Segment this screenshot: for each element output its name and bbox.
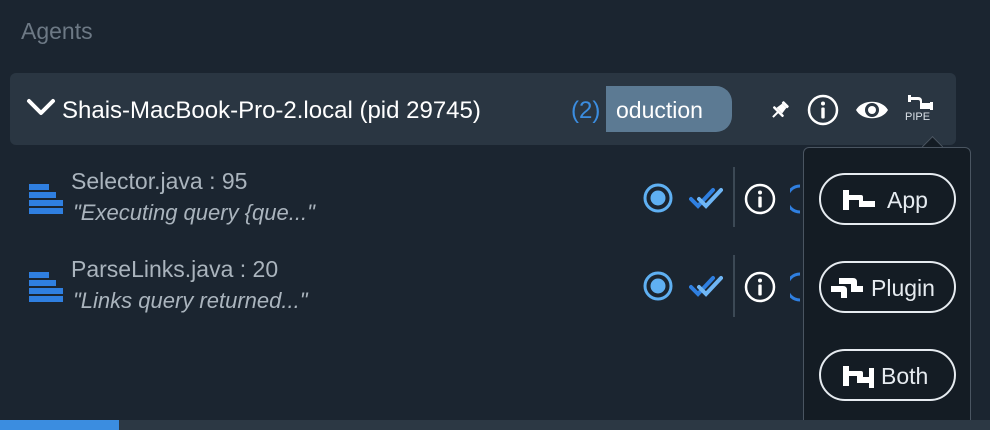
environment-tag[interactable]: oduction — [606, 86, 732, 132]
row-divider — [733, 167, 735, 227]
info-icon[interactable] — [744, 183, 776, 215]
progress-bar-fill — [0, 420, 119, 430]
breakpoint-row[interactable]: ParseLinks.java : 20 "Links query return… — [0, 255, 800, 336]
pipe-plugin-icon — [831, 278, 863, 298]
double-check-icon[interactable] — [689, 186, 723, 210]
info-icon[interactable] — [807, 94, 839, 126]
pipe-label: PIPE — [905, 111, 931, 123]
breakpoint-lines-icon — [29, 272, 63, 302]
agent-row[interactable]: Shais-MacBook-Pro-2.local (pid 29745) (2… — [10, 73, 956, 145]
radio-selected-icon[interactable] — [642, 182, 674, 214]
row-divider — [733, 255, 735, 317]
pipe-both-label: Both — [881, 363, 929, 389]
double-check-icon[interactable] — [689, 274, 723, 298]
info-icon[interactable] — [744, 271, 776, 303]
pipe-app-button[interactable]: App — [819, 173, 956, 225]
breakpoint-row[interactable]: Selector.java : 95 "Executing query {que… — [0, 167, 800, 248]
eye-icon[interactable] — [854, 97, 890, 123]
breakpoint-message: "Executing query {que..." — [73, 200, 315, 225]
pipe-app-label: App — [887, 187, 928, 213]
pipe-icon[interactable] — [906, 93, 934, 113]
pipe-plugin-button[interactable]: Plugin — [819, 261, 956, 313]
pipe-menu-popover: App Plugin Both — [803, 147, 971, 426]
pipe-both-button[interactable]: Both — [819, 349, 956, 401]
agent-name: Shais-MacBook-Pro-2.local (pid 29745) — [62, 97, 481, 124]
toggle-circle-icon[interactable] — [790, 271, 800, 303]
pipe-both-icon — [843, 366, 874, 388]
environment-tag-label: oduction — [616, 97, 703, 123]
pin-icon[interactable] — [768, 98, 792, 122]
progress-bar — [0, 420, 990, 430]
breakpoint-file: Selector.java : 95 — [71, 168, 248, 194]
breakpoint-lines-icon — [29, 184, 63, 214]
toggle-circle-icon[interactable] — [790, 183, 800, 215]
breakpoint-file: ParseLinks.java : 20 — [71, 256, 279, 282]
pipe-plugin-label: Plugin — [871, 275, 935, 301]
agents-section-title: Agents — [21, 18, 93, 44]
pipe-app-icon — [843, 190, 875, 210]
radio-selected-icon[interactable] — [642, 270, 674, 302]
breakpoint-count-badge: (2) — [571, 97, 601, 124]
chevron-down-icon[interactable] — [26, 96, 56, 118]
breakpoint-message: "Links query returned..." — [73, 288, 308, 313]
